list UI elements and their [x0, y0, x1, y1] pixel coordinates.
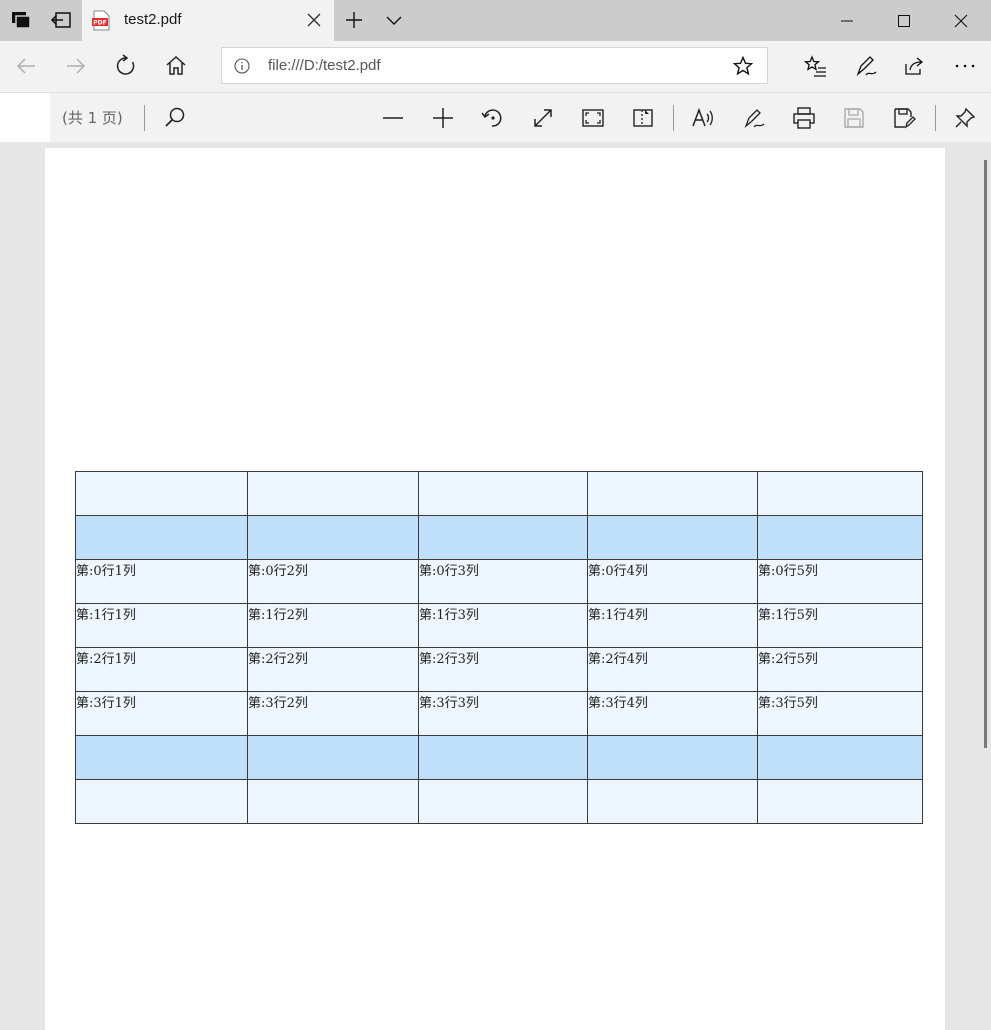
table-cell: 第:0行5列: [757, 559, 923, 604]
table-cell: 第:3行4列: [587, 691, 758, 736]
toolbar-divider: [673, 105, 674, 131]
table-cell: 第:0行2列: [247, 559, 419, 604]
pdf-file-icon: PDF: [92, 10, 110, 31]
data-table: 第:0行1列 第:0行2列 第:0行3列 第:0行4列 第:0行5列 第:1行1列 第:1行…: [75, 471, 923, 824]
table-cell: 第:1行2列: [247, 603, 419, 648]
table-cell: [247, 779, 419, 824]
table-cell: [757, 471, 923, 516]
page-view-icon[interactable]: [630, 105, 656, 131]
table-cell: 第:0行4列: [587, 559, 758, 604]
table-row: 第:2行1列 第:2行2列 第:2行3列 第:2行4列 第:2行5列: [75, 647, 923, 692]
refresh-icon[interactable]: [113, 53, 139, 79]
table-cell: [587, 471, 758, 516]
table-cell: 第:1行1列: [75, 603, 248, 648]
table-cell: [75, 471, 248, 516]
table-row: 第:3行1列 第:3行2列 第:3行3列 第:3行4列 第:3行5列: [75, 691, 923, 736]
table-row: [75, 515, 923, 560]
table-cell: [75, 779, 248, 824]
web-note-pen-icon[interactable]: [853, 53, 879, 79]
table-cell: [418, 515, 588, 560]
table-cell: 第:3行2列: [247, 691, 419, 736]
table-row: [75, 735, 923, 780]
tab-preview-chevron-icon[interactable]: [382, 8, 406, 32]
set-tabs-aside-icon[interactable]: [49, 8, 73, 32]
share-icon[interactable]: [901, 53, 927, 79]
table-cell: [587, 735, 758, 780]
table-cell: 第:1行5列: [757, 603, 923, 648]
table-cell: [418, 735, 588, 780]
title-bar: PDF test2.pdf: [0, 0, 991, 41]
table-cell: 第:0行3列: [418, 559, 588, 604]
table-row: 第:1行1列 第:1行2列 第:1行3列 第:1行4列 第:1行5列: [75, 603, 923, 648]
read-aloud-icon[interactable]: [691, 105, 717, 131]
table-row: [75, 471, 923, 516]
fit-to-page-icon[interactable]: [530, 105, 556, 131]
table-cell: [418, 471, 588, 516]
draw-pen-icon[interactable]: [741, 105, 767, 131]
search-icon[interactable]: [162, 105, 188, 131]
table-cell: [587, 515, 758, 560]
table-cell: [757, 779, 923, 824]
table-cell: [247, 735, 419, 780]
table-row: [75, 779, 923, 824]
forward-arrow-icon[interactable]: [63, 53, 89, 79]
table-cell: 第:1行3列: [418, 603, 588, 648]
favorite-star-icon[interactable]: [733, 56, 753, 76]
close-window-icon[interactable]: [933, 0, 989, 41]
table-row: 第:0行1列 第:0行2列 第:0行3列 第:0行4列 第:0行5列: [75, 559, 923, 604]
print-icon[interactable]: [791, 105, 817, 131]
vertical-scrollbar[interactable]: [984, 160, 987, 748]
address-bar[interactable]: file:///D:/test2.pdf: [221, 47, 768, 84]
table-cell: [247, 515, 419, 560]
tab-actions-icon[interactable]: [9, 8, 33, 32]
table-cell: 第:1行4列: [587, 603, 758, 648]
table-cell: 第:3行5列: [757, 691, 923, 736]
table-cell: [75, 735, 248, 780]
table-cell: 第:2行4列: [587, 647, 758, 692]
pin-toolbar-icon[interactable]: [952, 105, 978, 131]
back-arrow-icon[interactable]: [13, 53, 39, 79]
table-cell: 第:2行3列: [418, 647, 588, 692]
zoom-in-icon[interactable]: [430, 105, 456, 131]
svg-text:PDF: PDF: [93, 20, 106, 27]
toolbar-divider: [935, 105, 936, 131]
table-cell: [75, 515, 248, 560]
new-tab-icon[interactable]: [342, 8, 366, 32]
rotate-icon[interactable]: [480, 105, 506, 131]
home-icon[interactable]: [163, 53, 189, 79]
maximize-icon[interactable]: [876, 0, 932, 41]
navigation-bar: file:///D:/test2.pdf: [0, 41, 991, 92]
pdf-toolbar: (共 1 页): [0, 92, 991, 142]
save-as-icon[interactable]: [891, 105, 917, 131]
table-cell: 第:2行1列: [75, 647, 248, 692]
info-icon[interactable]: [233, 57, 251, 75]
table-cell: 第:3行1列: [75, 691, 248, 736]
favorites-list-icon[interactable]: [803, 53, 829, 79]
save-icon[interactable]: [841, 105, 867, 131]
table-cell: [247, 471, 419, 516]
table-cell: 第:2行5列: [757, 647, 923, 692]
table-cell: [418, 779, 588, 824]
table-cell: [757, 515, 923, 560]
toolbar-divider: [144, 105, 145, 131]
page-number-input[interactable]: [0, 93, 50, 142]
table-cell: 第:3行3列: [418, 691, 588, 736]
zoom-out-icon[interactable]: [380, 105, 406, 131]
table-cell: 第:2行2列: [247, 647, 419, 692]
table-cell: [757, 735, 923, 780]
more-menu-icon[interactable]: [952, 53, 978, 79]
tab-title: test2.pdf: [124, 11, 182, 28]
minimize-icon[interactable]: [819, 0, 875, 41]
page-count-label: (共 1 页): [62, 109, 123, 127]
active-tab[interactable]: PDF test2.pdf: [82, 0, 334, 41]
close-tab-icon[interactable]: [304, 10, 324, 30]
table-cell: 第:0行1列: [75, 559, 248, 604]
fullscreen-icon[interactable]: [580, 105, 606, 131]
url-text[interactable]: file:///D:/test2.pdf: [268, 57, 381, 74]
table-cell: [587, 779, 758, 824]
